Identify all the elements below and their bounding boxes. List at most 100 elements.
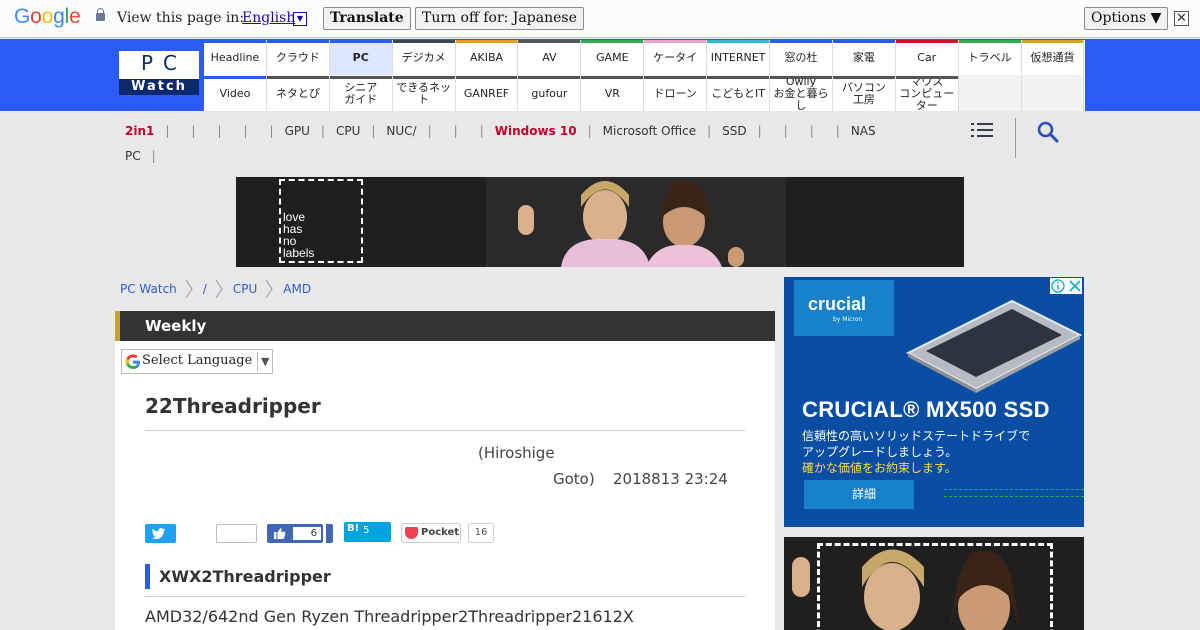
- sub-nav-separator: |: [371, 124, 376, 138]
- lock-icon: [96, 8, 105, 21]
- sub-nav-item[interactable]: Microsoft Office: [603, 119, 696, 144]
- banner-ad[interactable]: love has no labels: [236, 177, 964, 267]
- section-header: Weekly: [115, 311, 775, 341]
- nav-tab[interactable]: VR: [581, 76, 645, 111]
- ad-close-icon[interactable]: [1050, 278, 1082, 294]
- article-main: Weekly Select Language ▼ 22Threadripper …: [115, 311, 775, 630]
- nav-tab[interactable]: PC: [329, 40, 393, 75]
- sub-nav-separator: |: [165, 124, 170, 138]
- nav-tab-label: gufour: [531, 86, 568, 100]
- nav-tab[interactable]: 家電: [832, 40, 896, 75]
- nav-tab-label: Video: [219, 86, 251, 100]
- nav-tab[interactable]: こどもとIT: [707, 76, 771, 111]
- nav-tab[interactable]: Car: [895, 40, 959, 75]
- thumbs-up-icon: [274, 528, 286, 539]
- site-logo[interactable]: PC Watch: [119, 51, 199, 95]
- sub-nav-separator: |: [217, 124, 222, 138]
- twitter-icon: [151, 528, 166, 540]
- breadcrumb-item[interactable]: AMD: [283, 282, 311, 296]
- nav-tab[interactable]: クラウド: [266, 40, 330, 75]
- nav-tab-label: こどもとIT: [711, 86, 765, 100]
- nav-tab[interactable]: できるネット: [392, 76, 456, 111]
- options-button[interactable]: Options ▼: [1084, 7, 1169, 30]
- nav-tab-accent: [832, 76, 895, 79]
- nav-tab-label: パソコン 工房: [841, 80, 886, 106]
- ad-details-button[interactable]: 詳細: [804, 480, 914, 509]
- nav-tab[interactable]: ケータイ: [644, 40, 708, 75]
- nav-tab[interactable]: ネタとぴ: [266, 76, 330, 111]
- language-select[interactable]: Select Language ▼: [121, 349, 273, 374]
- turn-off-button[interactable]: Turn off for: Japanese: [415, 7, 584, 30]
- sub-nav-item[interactable]: Windows 10: [495, 119, 577, 144]
- chevron-down-icon: ▼: [257, 352, 269, 371]
- sub-nav-separator: |: [243, 124, 248, 138]
- breadcrumb-item[interactable]: CPU: [233, 282, 257, 296]
- language-link[interactable]: English: [242, 10, 295, 26]
- nav-tab[interactable]: Video: [204, 76, 267, 111]
- sub-nav-item[interactable]: PC: [125, 144, 141, 169]
- nav-tab[interactable]: INTERNET: [707, 40, 771, 75]
- side-banner-ad[interactable]: [784, 537, 1084, 630]
- nav-tab-label: Owlly お金と暮らし: [773, 74, 829, 112]
- nav-tab[interactable]: デジカメ: [392, 40, 456, 75]
- nav-tab[interactable]: シニア ガイド: [329, 76, 393, 111]
- nav-tab[interactable]: GANREF: [455, 76, 519, 111]
- sub-nav-separator: |: [151, 149, 156, 163]
- like-count: 6: [293, 527, 321, 540]
- nav-tab-label: ネタとぴ: [275, 86, 320, 100]
- pocket-button[interactable]: Pocket: [401, 523, 461, 543]
- sub-nav-item[interactable]: NUC/: [386, 119, 416, 144]
- crucial-ad[interactable]: crucial by Micron CRUCIAL® MX500 SSD 信頼性…: [784, 277, 1084, 527]
- pocket-label: Pocket: [421, 527, 460, 538]
- nav-tab[interactable]: AKIBA: [455, 40, 519, 75]
- nav-tab[interactable]: マウス コンピューター: [895, 75, 959, 111]
- twitter-share-button[interactable]: [145, 524, 176, 543]
- like-button[interactable]: 6: [267, 524, 323, 543]
- menu-icon[interactable]: [971, 121, 993, 139]
- nav-tab-label: トラベル: [967, 50, 1012, 64]
- nav-tab-label: デジカメ: [401, 50, 446, 64]
- sub-nav-separator: |: [479, 124, 484, 138]
- nav-tab-accent: [644, 76, 707, 79]
- chevron-down-icon[interactable]: ▼: [293, 12, 307, 26]
- nav-tab[interactable]: パソコン 工房: [832, 76, 896, 111]
- article-body: AMD32/642nd Gen Ryzen Threadripper2Threa…: [145, 607, 634, 626]
- search-icon[interactable]: [1036, 120, 1060, 144]
- nav-tab-accent: [1021, 40, 1084, 43]
- translate-button[interactable]: Translate: [323, 7, 411, 30]
- nav-tab[interactable]: トラベル: [958, 40, 1022, 75]
- sub-nav-item[interactable]: SSD: [722, 119, 746, 144]
- nav-tab-label: Car: [917, 50, 937, 64]
- nav-tab[interactable]: Headline: [204, 40, 267, 75]
- google-g-icon: [125, 354, 140, 369]
- nav-tab-accent: [266, 76, 329, 79]
- share-count-box: [216, 524, 257, 543]
- breadcrumb-item[interactable]: PC Watch: [120, 282, 177, 296]
- nav-empty-cell: [958, 76, 1022, 111]
- sub-nav-row-2: PC |: [125, 144, 945, 169]
- like-button-edge: [326, 524, 333, 543]
- crucial-logo: crucial by Micron: [794, 280, 894, 336]
- nav-tab[interactable]: gufour: [518, 76, 582, 111]
- nav-tab[interactable]: GAME: [581, 40, 645, 75]
- nav-tab-accent: [518, 76, 581, 79]
- breadcrumb-item[interactable]: /: [203, 282, 207, 296]
- nav-tab-accent: [581, 76, 644, 79]
- sub-nav-item[interactable]: NAS: [851, 119, 876, 144]
- hatena-bookmark-button[interactable]: B! 5: [344, 522, 391, 542]
- nav-tab-label: AKIBA: [469, 50, 504, 64]
- chevron-right-icon: [215, 279, 223, 299]
- sub-nav-item[interactable]: GPU: [285, 119, 310, 144]
- nav-tab[interactable]: AV: [518, 40, 582, 75]
- nav-tab[interactable]: Owlly お金と暮らし: [770, 74, 833, 112]
- sub-nav-item[interactable]: 2in1: [125, 119, 154, 144]
- nav-tab-accent: [581, 40, 644, 43]
- sub-nav-item[interactable]: CPU: [336, 119, 360, 144]
- nav-tab-accent: [895, 76, 958, 79]
- close-icon[interactable]: ✕: [1174, 11, 1189, 26]
- nav-tab-label: 家電: [852, 50, 875, 64]
- nav-tab[interactable]: ドローン: [644, 76, 708, 111]
- nav-tab-accent: [392, 40, 455, 43]
- nav-tab[interactable]: 窓の杜: [770, 40, 833, 75]
- nav-tab[interactable]: 仮想通貨: [1021, 40, 1085, 75]
